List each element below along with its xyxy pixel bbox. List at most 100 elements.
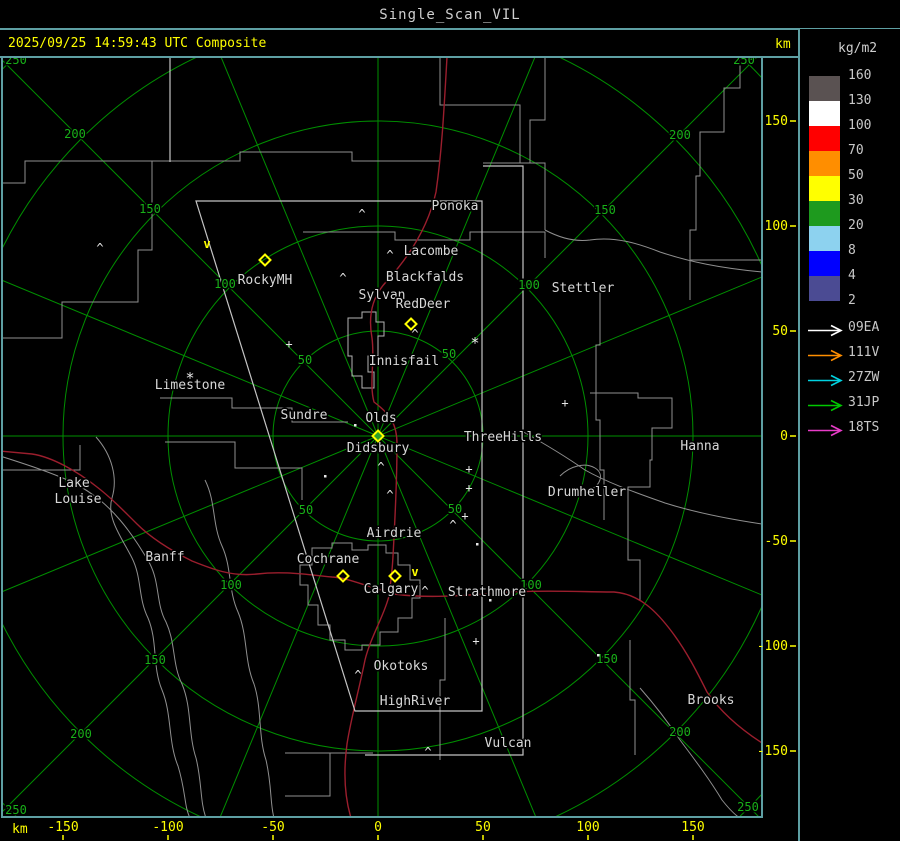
- range-ring-label: 150: [139, 202, 161, 216]
- vil-scale-swatch: [809, 276, 840, 301]
- radar-id-label: 18TS: [848, 420, 880, 435]
- range-ring-label: 100: [518, 278, 540, 292]
- right-axis-tick-label: 150: [765, 114, 788, 129]
- vil-scale-value: 100: [848, 118, 872, 133]
- bottom-axis-unit: km: [12, 822, 28, 837]
- caret-marker: ^: [354, 668, 361, 682]
- range-ring-label: 100: [220, 578, 242, 592]
- city-label: Cochrane: [297, 552, 360, 567]
- point-marker: [324, 475, 327, 478]
- city-label: RedDeer: [396, 297, 451, 312]
- range-ring-label: 50: [448, 502, 462, 516]
- plus-marker: +: [561, 396, 568, 410]
- city-label: Strathmore: [448, 585, 526, 600]
- city-label: Drumheller: [548, 485, 626, 500]
- range-ring-label: 200: [70, 727, 92, 741]
- plus-marker: +: [461, 509, 468, 523]
- range-ring-label: 200: [669, 725, 691, 739]
- radar-id-label: 09EA: [848, 320, 880, 335]
- city-label: Vulcan: [485, 736, 532, 751]
- plus-marker: +: [472, 634, 479, 648]
- range-ring-label: 200: [64, 127, 86, 141]
- azimuth-spoke: [220, 435, 379, 816]
- city-label: Brooks: [688, 693, 735, 708]
- city-label: Sundre: [281, 408, 328, 423]
- caret-marker: ^: [377, 460, 384, 474]
- right-axis-tick-label: -100: [757, 639, 788, 654]
- vil-scale-value: 160: [848, 68, 872, 83]
- city-label: Banff: [145, 550, 184, 565]
- city-label: Airdrie: [367, 526, 422, 541]
- bottom-axis-tick-label: 150: [681, 820, 704, 835]
- caret-marker: ^: [96, 241, 103, 255]
- range-ring-label: 50: [298, 353, 312, 367]
- city-label: Stettler: [552, 281, 615, 296]
- yellow-vector-icon: v: [411, 565, 418, 579]
- range-ring-label: 250: [733, 53, 755, 67]
- radar-viewer-window: Single_Scan_VIL 2025/09/25 14:59:43 UTC …: [0, 0, 900, 841]
- city-label: Calgary: [364, 582, 419, 597]
- radar-map-canvas[interactable]: 50 5050 50100 100100 100150 150150 150200 20020…: [0, 0, 900, 841]
- vil-scale-swatch: [809, 151, 840, 176]
- range-ring-label: 50: [299, 503, 313, 517]
- city-label: Limestone: [155, 378, 226, 393]
- city-label: RockyMH: [238, 273, 293, 288]
- vil-scale-value: 8: [848, 243, 856, 258]
- vil-scale-swatch: [809, 76, 840, 101]
- 31JP-arrow-icon: [806, 397, 846, 416]
- right-axis-tick-label: 0: [780, 429, 788, 444]
- city-label: HighRiver: [380, 694, 451, 709]
- 27ZW-arrow-icon: [806, 372, 846, 391]
- city-label: Louise: [55, 492, 102, 507]
- city-label: Innisfail: [369, 354, 439, 369]
- range-ring-label: 150: [594, 203, 616, 217]
- bottom-axis-tick-label: 100: [576, 820, 599, 835]
- city-label: Didsbury: [347, 441, 410, 456]
- city-label: Lacombe: [404, 244, 459, 259]
- right-axis-tick-label: 100: [765, 219, 788, 234]
- caret-marker: ^: [358, 207, 365, 221]
- vil-scale-value: 130: [848, 93, 872, 108]
- bottom-axis-tick-label: -100: [152, 820, 183, 835]
- vil-scale-swatch: [809, 201, 840, 226]
- vil-scale-swatch: [809, 101, 840, 126]
- legend-unit-label: kg/m2: [838, 41, 878, 56]
- 18TS-arrow-icon: [806, 422, 846, 441]
- city-label: Blackfalds: [386, 270, 464, 285]
- azimuth-spoke: [3, 280, 379, 437]
- range-ring-label: 100: [214, 277, 236, 291]
- vil-scale-swatch: [809, 226, 840, 251]
- caret-marker: ^: [386, 488, 393, 502]
- asterisk-marker: *: [470, 334, 479, 352]
- vil-scale-value: 2: [848, 293, 856, 308]
- point-marker: [476, 543, 479, 546]
- caret-marker: ^: [449, 518, 456, 532]
- 09EA-arrow-icon: [806, 322, 846, 341]
- point-marker: [354, 424, 357, 427]
- range-ring-label: 50: [442, 347, 456, 361]
- city-label: Ponoka: [432, 199, 479, 214]
- caret-marker: ^: [424, 745, 431, 759]
- range-ring-label: 250: [737, 800, 759, 814]
- city-label: Okotoks: [374, 659, 429, 674]
- right-axis-tick-label: -150: [757, 744, 788, 759]
- vil-scale-value: 70: [848, 143, 864, 158]
- bottom-axis-tick-label: 0: [374, 820, 382, 835]
- vil-scale-value: 20: [848, 218, 864, 233]
- legend-panel: kg/m2 160 130 100 70 50 30 20 8 4 2 09EA 111V 27ZW 3…: [800, 29, 900, 841]
- bottom-axis-tick-label: -150: [47, 820, 78, 835]
- city-label: ThreeHills: [464, 430, 542, 445]
- vil-scale-swatch: [809, 126, 840, 151]
- range-ring-label: 250: [5, 803, 27, 817]
- vil-scale-value: 50: [848, 168, 864, 183]
- right-axis-tick-label: -50: [765, 534, 788, 549]
- azimuth-spoke: [3, 435, 379, 592]
- range-ring-label: 150: [144, 653, 166, 667]
- yellow-vector-icon: v: [203, 237, 210, 251]
- vil-scale-swatch: [809, 176, 840, 201]
- vil-scale-value: 30: [848, 193, 864, 208]
- plus-marker: +: [465, 481, 472, 495]
- range-ring-label: 200: [669, 128, 691, 142]
- bottom-axis-tick-label: 50: [475, 820, 491, 835]
- radar-id-label: 31JP: [848, 395, 880, 410]
